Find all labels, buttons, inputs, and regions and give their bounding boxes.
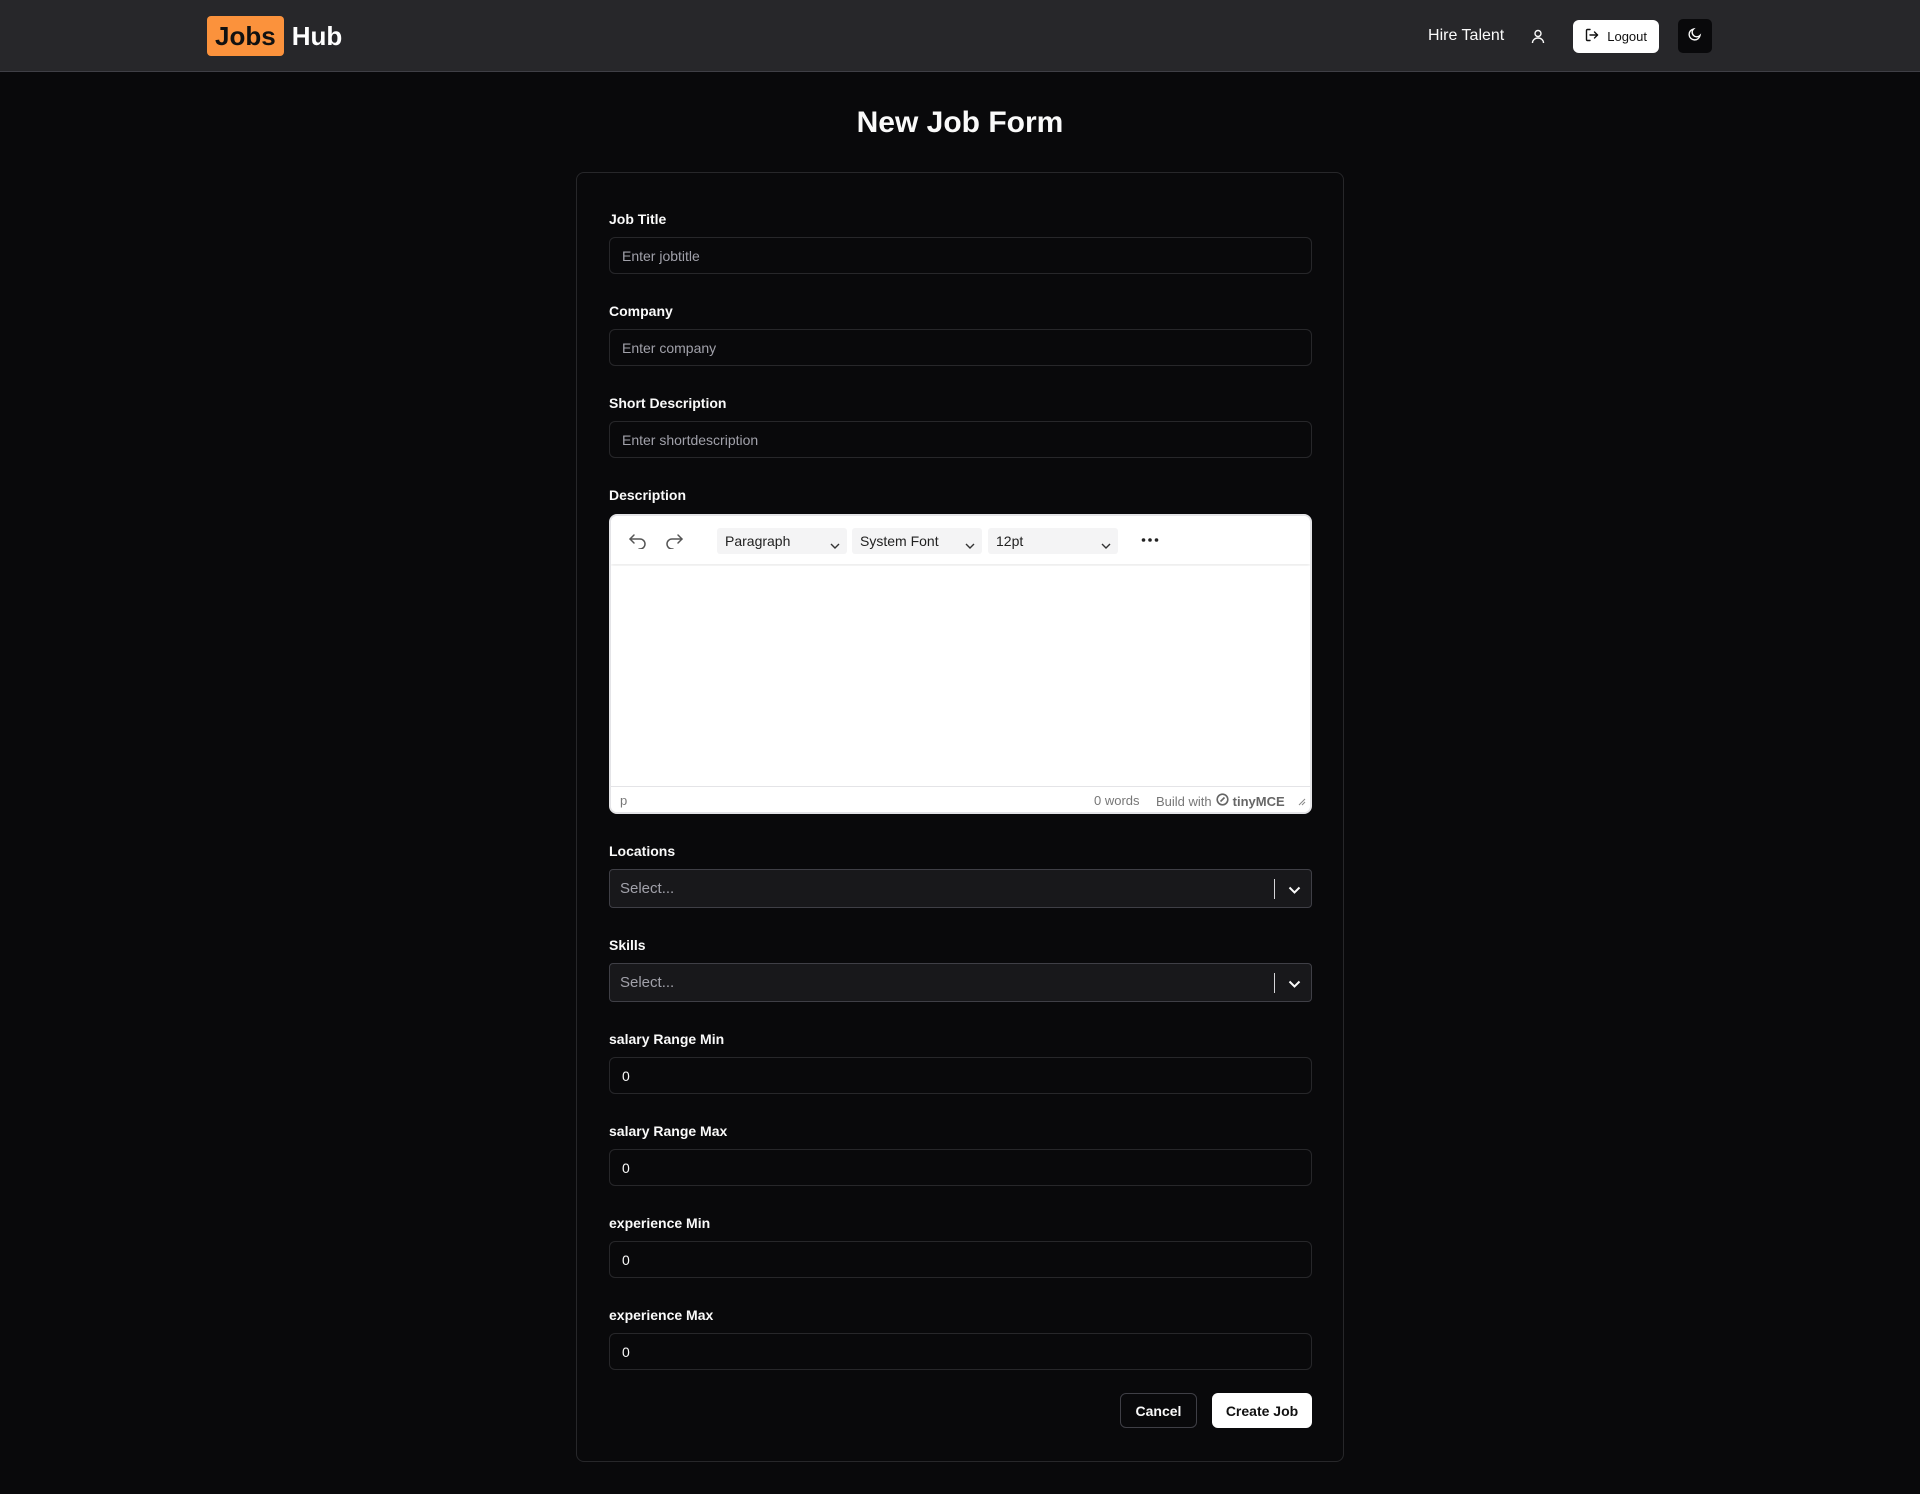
logo[interactable]: Jobs Hub [207,16,342,56]
logout-icon [1585,28,1599,45]
undo-icon[interactable] [626,528,650,552]
company-label: Company [609,303,673,319]
word-count[interactable]: 0 words [1094,793,1140,808]
skills-label: Skills [609,937,646,953]
hire-talent-link[interactable]: Hire Talent [1428,27,1504,45]
locations-select[interactable]: Select... [609,869,1312,908]
user-icon[interactable] [1528,26,1548,46]
logout-button[interactable]: Logout [1573,19,1659,53]
cancel-button[interactable]: Cancel [1120,1393,1197,1428]
select-separator [1274,973,1275,993]
experience-min-label: experience Min [609,1215,711,1231]
experience-max-input[interactable] [609,1333,1312,1370]
salary-max-label: salary Range Max [609,1123,728,1139]
tinymce-branding[interactable]: Build with tinyMCE [1156,793,1285,809]
salary-min-input[interactable] [609,1057,1312,1094]
font-size-value: 12pt [996,533,1024,549]
chevron-down-icon[interactable] [1288,976,1301,994]
description-editor: Paragraph System Font 12pt p 0 words Bui… [609,514,1312,814]
chevron-down-icon[interactable] [1288,882,1301,900]
font-family-select[interactable]: System Font [852,528,982,554]
brand-prefix: Build with [1156,793,1212,809]
editor-content-area[interactable] [611,566,1310,786]
editor-toolbar: Paragraph System Font 12pt [611,516,1310,564]
chevron-down-icon [1101,536,1111,552]
short-description-label: Short Description [609,395,727,411]
theme-toggle-button[interactable] [1678,19,1712,53]
logout-label: Logout [1607,28,1647,44]
job-title-input[interactable] [609,237,1312,274]
salary-min-label: salary Range Min [609,1031,725,1047]
resize-handle-icon[interactable] [1298,794,1306,809]
create-job-button[interactable]: Create Job [1212,1393,1312,1428]
skills-placeholder: Select... [620,974,675,991]
chevron-down-icon [830,536,840,552]
editor-statusbar: p 0 words Build with tinyMCE [611,786,1310,812]
tinymce-logo-icon [1216,793,1229,809]
logo-text: Hub [291,20,343,51]
element-path[interactable]: p [620,793,627,808]
job-form-card: Job Title Company Short Description Desc… [576,172,1344,1462]
skills-select[interactable]: Select... [609,963,1312,1002]
company-input[interactable] [609,329,1312,366]
logo-badge: Jobs [207,16,284,56]
redo-icon[interactable] [662,528,686,552]
description-label: Description [609,487,687,503]
block-format-value: Paragraph [725,533,791,549]
font-family-value: System Font [860,533,939,549]
chevron-down-icon [965,536,975,552]
more-options-icon[interactable] [1138,528,1162,552]
experience-max-label: experience Max [609,1307,714,1323]
short-description-input[interactable] [609,421,1312,458]
nav-actions: Hire Talent Logout [1428,19,1712,53]
top-navbar: Jobs Hub Hire Talent Logout [0,0,1920,72]
locations-label: Locations [609,843,676,859]
experience-min-input[interactable] [609,1241,1312,1278]
block-format-select[interactable]: Paragraph [717,528,847,554]
salary-max-input[interactable] [609,1149,1312,1186]
moon-icon [1688,27,1702,46]
page-title: New Job Form [856,106,1064,139]
brand-name: tinyMCE [1232,793,1285,809]
job-title-label: Job Title [609,211,667,227]
font-size-select[interactable]: 12pt [988,528,1118,554]
locations-placeholder: Select... [620,880,675,897]
select-separator [1274,879,1275,899]
